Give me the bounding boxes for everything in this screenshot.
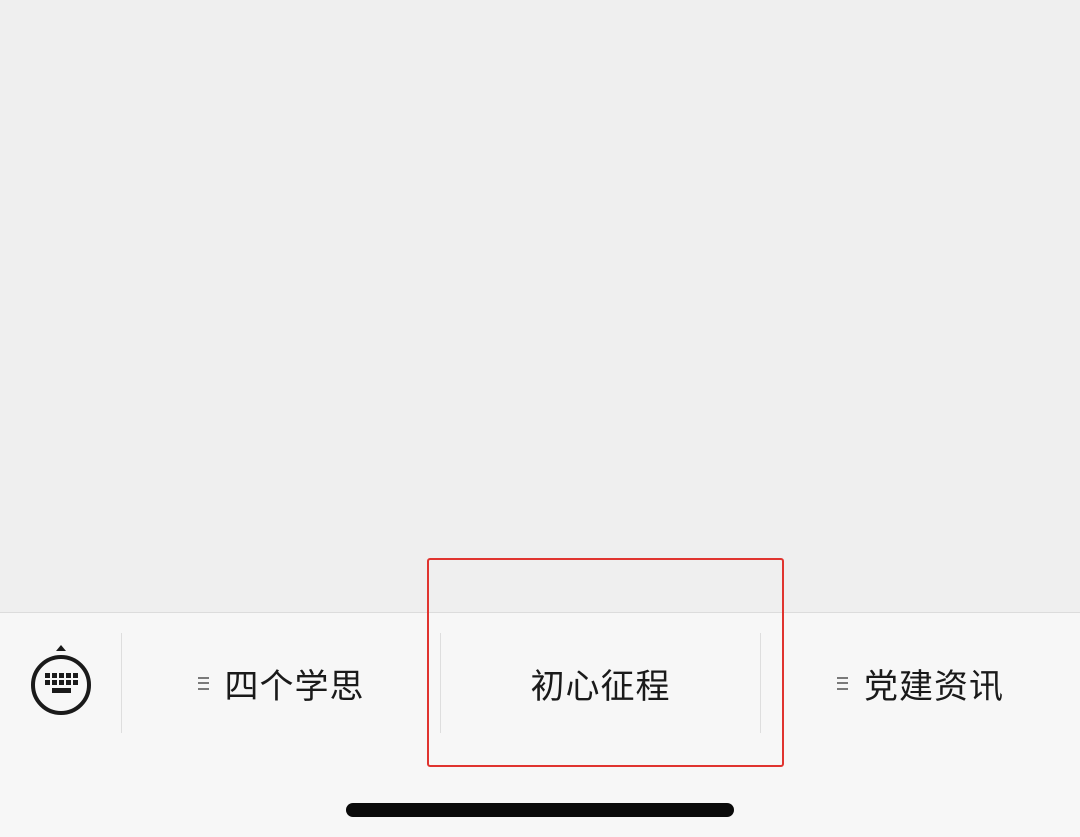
menu-item-chu-xin-zheng-cheng[interactable]: 初心征程 <box>441 633 760 733</box>
chat-content-area <box>0 0 1080 612</box>
menu-item-label: 初心征程 <box>530 666 671 707</box>
menu-lines-icon <box>837 676 848 690</box>
menu-lines-icon <box>197 676 209 690</box>
home-indicator[interactable] <box>346 803 734 817</box>
menu-item-label: 党建资讯 <box>864 666 1004 707</box>
keyboard-icon <box>31 645 91 715</box>
menu-item-label: 四个学思 <box>224 666 365 707</box>
menu-item-dang-jian-zi-xun[interactable]: 党建资讯 <box>761 633 1080 733</box>
keyboard-toggle-button[interactable] <box>28 643 94 721</box>
menu-item-si-ge-xue-si[interactable]: 四个学思 <box>122 633 440 733</box>
